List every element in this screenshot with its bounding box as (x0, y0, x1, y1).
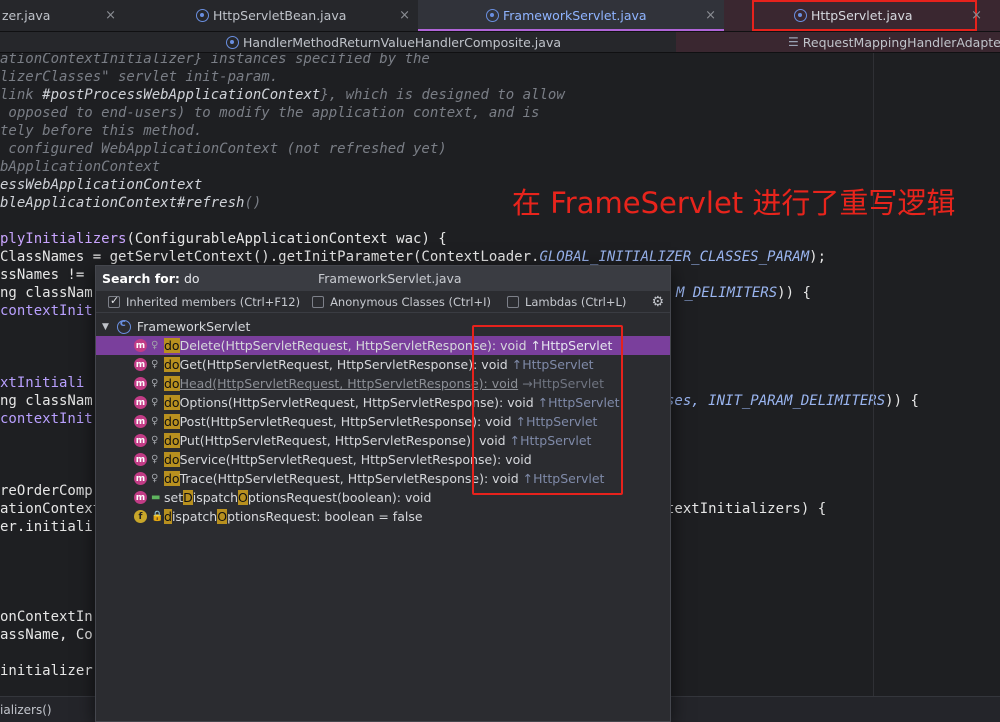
popup-title: FrameworkServlet.java (318, 271, 462, 286)
code-line: configured WebApplicationContext (not re… (0, 141, 447, 157)
code-line: M_DELIMITERS)) { (676, 285, 811, 301)
tab-label: zer.java (2, 8, 51, 23)
code-line: xtInitiali (0, 375, 85, 391)
checkbox-icon[interactable] (506, 295, 519, 308)
tab-label: HandlerMethodReturnValueHandlerComposite… (243, 34, 561, 50)
tab-httpservletbean[interactable]: HttpServletBean.java × (124, 0, 418, 31)
anonymous-classes-checkbox[interactable]: Anonymous Classes (Ctrl+I) (312, 295, 491, 309)
tree-item[interactable]: f 🔒 d ispatch OptionsRequest: boolean = fa… (96, 507, 670, 526)
active-tab-underline (418, 29, 724, 31)
inherited-members-checkbox[interactable]: Inherited members (Ctrl+F12) (108, 294, 301, 309)
code-line: plyInitializers(ConfigurableApplicationC… (0, 231, 447, 247)
protected-icon: ♀ (151, 435, 159, 446)
method-icon: m (134, 415, 147, 428)
code-line: ng classNam (0, 393, 93, 409)
protected-icon: ♀ (151, 359, 159, 370)
editor-tab-bar: zer.java × HttpServletBean.java × Framew… (0, 0, 1000, 32)
code-line: contextInit (0, 303, 93, 319)
code-line: ssNames != (0, 267, 85, 283)
protected-icon: ♀ (151, 454, 159, 465)
code-line: essWebApplicationContext (0, 177, 203, 193)
method-icon: m (134, 377, 147, 390)
tab-label: FrameworkServlet.java (503, 8, 647, 23)
method-icon: m (134, 396, 147, 409)
tab-label: HttpServletBean.java (213, 8, 347, 23)
class-icon (226, 35, 239, 49)
method-icon: m (134, 472, 147, 485)
code-line: link #postProcessWebApplicationContext},… (0, 87, 565, 103)
close-icon[interactable]: × (105, 8, 116, 23)
code-line: ClassNames = getServletContext().getInit… (0, 249, 827, 265)
method-icon: m (134, 339, 147, 352)
method-icon: m (134, 491, 147, 504)
code-line: textInitializers) { (666, 501, 827, 517)
expand-triangle-icon[interactable]: ▼ (102, 322, 109, 332)
checkbox-label: Lambdas (Ctrl+L) (524, 294, 627, 309)
close-icon[interactable]: × (399, 8, 410, 23)
popup-header: Search for: do FrameworkServlet.java (96, 266, 670, 291)
code-line: contextInit (0, 411, 93, 427)
code-line: reOrderComp (0, 483, 93, 499)
checkbox-icon[interactable] (108, 294, 120, 308)
tab-initializer[interactable]: zer.java × (0, 0, 124, 31)
tab-label: HttpServlet.java (811, 8, 913, 23)
protected-icon: ♀ (151, 340, 159, 351)
code-line: bApplicationContext (0, 159, 161, 175)
protected-icon: ♀ (151, 416, 159, 427)
structure-icon: ☰ (788, 35, 799, 49)
code-line: er.initiali (0, 519, 93, 535)
method-icon: m (134, 453, 147, 466)
code-line: onContextIn (0, 609, 93, 625)
class-icon (116, 318, 131, 334)
tab-handlermethodreturnvalue[interactable]: HandlerMethodReturnValueHandlerComposite… (0, 32, 676, 52)
class-icon (196, 9, 209, 22)
class-icon (486, 9, 499, 22)
field-icon: f (134, 510, 147, 523)
protected-icon: ♀ (151, 397, 159, 408)
method-icon: m (134, 434, 147, 447)
close-icon[interactable]: × (971, 8, 982, 23)
highlight-box (472, 325, 623, 495)
close-icon[interactable]: × (705, 8, 716, 23)
code-line: ationContextInitializer} instances speci… (0, 53, 430, 67)
checkbox-label: Anonymous Classes (Ctrl+I) (330, 294, 491, 309)
public-icon: ▬ (151, 492, 161, 503)
code-line: lizerClasses" servlet init-param. (0, 69, 279, 85)
tab-httpservlet[interactable]: HttpServlet.java (752, 0, 977, 31)
protected-icon: ♀ (151, 473, 159, 484)
breadcrumb-method[interactable]: ializers() (0, 703, 52, 717)
code-line: initializer (0, 663, 93, 679)
search-input[interactable]: do (184, 271, 200, 286)
gear-icon[interactable]: ⚙ (651, 294, 664, 310)
search-label: Search for: (102, 271, 180, 286)
code-line: bleApplicationContext#refresh() (0, 195, 262, 211)
annotation-text: 在 FrameServlet 进行了重写逻辑 (512, 186, 956, 220)
checkbox-icon[interactable] (312, 295, 325, 308)
editor-tab-bar-second: HandlerMethodReturnValueHandlerComposite… (0, 32, 1000, 53)
private-lock-icon: 🔒 (151, 511, 164, 522)
tree-root-label: FrameworkServlet (136, 319, 251, 334)
code-line: ses, INIT_PARAM_DELIMITERS)) { (666, 393, 919, 409)
right-margin-guide (873, 53, 874, 722)
protected-icon: ♀ (151, 378, 159, 389)
method-icon: m (134, 358, 147, 371)
class-icon (794, 9, 807, 22)
lambdas-checkbox[interactable]: Lambdas (Ctrl+L) (506, 294, 627, 309)
tab-label: RequestMappingHandlerAdapte (802, 34, 1000, 50)
tab-httpservlet-area: HttpServlet.java × (724, 0, 1000, 31)
checkbox-label: Inherited members (Ctrl+F12) (126, 294, 301, 309)
code-line: ng classNam (0, 285, 93, 301)
tab-frameworkservlet[interactable]: FrameworkServlet.java × (418, 0, 724, 31)
code-line: tely before this method. (0, 123, 203, 139)
tab-requestmappinghandleradapter[interactable]: ☰ RequestMappingHandlerAdapte (676, 32, 1000, 52)
popup-options: Inherited members (Ctrl+F12) Anonymous C… (96, 291, 670, 313)
code-line: assName, Co (0, 627, 93, 643)
code-line: opposed to end-users) to modify the appl… (0, 105, 540, 121)
